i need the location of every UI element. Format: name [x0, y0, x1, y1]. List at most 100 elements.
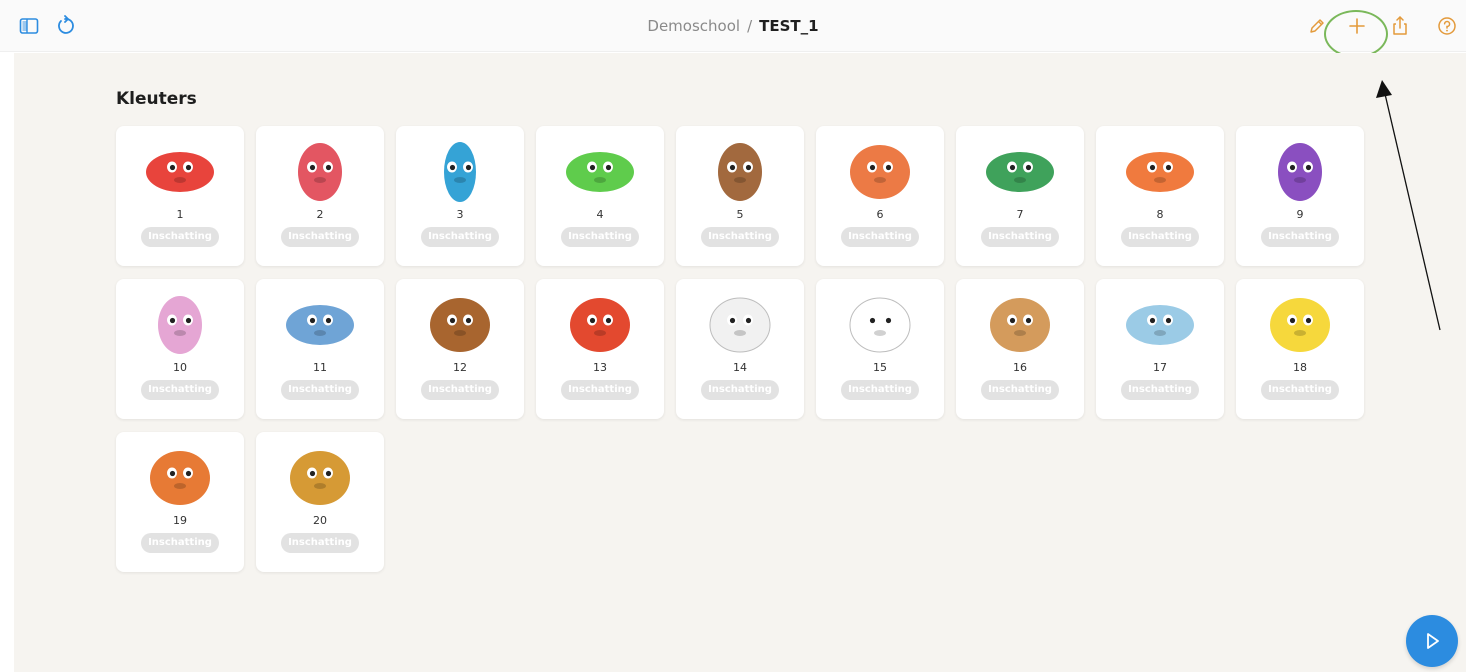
play-button[interactable] [1406, 615, 1458, 667]
add-button[interactable] [1345, 14, 1369, 38]
top-bar: Demoschool / TEST_1 [0, 0, 1466, 52]
status-button[interactable]: Inschatting [1121, 380, 1199, 400]
student-card[interactable]: 14 Inschatting [676, 279, 804, 419]
turtle-avatar-icon [986, 152, 1054, 192]
status-button[interactable]: Inschatting [841, 227, 919, 247]
crab-avatar-icon [146, 152, 214, 192]
student-card[interactable]: 2 Inschatting [256, 126, 384, 266]
sidebar-icon [19, 18, 39, 34]
status-button[interactable]: Inschatting [421, 227, 499, 247]
student-number: 1 [176, 208, 184, 221]
student-card[interactable]: 18 Inschatting [1236, 279, 1364, 419]
student-number: 4 [596, 208, 604, 221]
help-icon [1438, 17, 1456, 35]
student-grid: 1 Inschatting 2 Inschatting 3 Inschatting 4… [116, 126, 1364, 572]
status-button[interactable]: Inschatting [281, 533, 359, 553]
student-number: 8 [1156, 208, 1164, 221]
undo-icon [58, 15, 74, 34]
share-button[interactable] [1388, 14, 1412, 38]
bear-avatar-icon [430, 298, 490, 352]
dog-avatar-icon [990, 298, 1050, 352]
breadcrumb-separator: / [747, 17, 753, 35]
undo-button[interactable] [53, 14, 77, 38]
bird-avatar-icon [570, 298, 630, 352]
status-button[interactable]: Inschatting [421, 380, 499, 400]
main-content: Kleuters 1 Inschatting 2 Inschatting 3 Insc… [14, 53, 1466, 672]
jellyfish-avatar-icon [158, 296, 202, 354]
help-button[interactable] [1435, 14, 1459, 38]
student-card[interactable]: 9 Inschatting [1236, 126, 1364, 266]
share-icon [1393, 16, 1407, 35]
student-card[interactable]: 8 Inschatting [1096, 126, 1224, 266]
student-number: 2 [316, 208, 324, 221]
status-button[interactable]: Inschatting [141, 380, 219, 400]
dolphin-avatar-icon [286, 305, 354, 345]
status-button[interactable]: Inschatting [981, 380, 1059, 400]
student-card[interactable]: 16 Inschatting [956, 279, 1084, 419]
seahorse-avatar-icon [444, 142, 476, 202]
student-number: 7 [1016, 208, 1024, 221]
pencil-icon [1310, 19, 1324, 33]
student-card[interactable]: 1 Inschatting [116, 126, 244, 266]
student-card[interactable]: 3 Inschatting [396, 126, 524, 266]
student-number: 12 [453, 361, 467, 374]
student-card[interactable]: 10 Inschatting [116, 279, 244, 419]
status-button[interactable]: Inschatting [701, 380, 779, 400]
status-button[interactable]: Inschatting [561, 380, 639, 400]
student-number: 14 [733, 361, 747, 374]
breadcrumb-test: TEST_1 [759, 17, 819, 35]
horse-avatar-icon [718, 143, 762, 201]
frog-avatar-icon [566, 152, 634, 192]
status-button[interactable]: Inschatting [841, 380, 919, 400]
status-button[interactable]: Inschatting [701, 227, 779, 247]
student-number: 20 [313, 514, 327, 527]
chicken-avatar-icon [709, 297, 771, 353]
breadcrumb: Demoschool / TEST_1 [0, 0, 1466, 52]
student-number: 6 [876, 208, 884, 221]
status-button[interactable]: Inschatting [981, 227, 1059, 247]
status-button[interactable]: Inschatting [281, 227, 359, 247]
chick-avatar-icon [1270, 298, 1330, 352]
student-card[interactable]: 19 Inschatting [116, 432, 244, 572]
student-number: 9 [1296, 208, 1304, 221]
student-card[interactable]: 4 Inschatting [536, 126, 664, 266]
student-number: 10 [173, 361, 187, 374]
section-title: Kleuters [116, 89, 197, 109]
status-button[interactable]: Inschatting [561, 227, 639, 247]
student-number: 16 [1013, 361, 1027, 374]
status-button[interactable]: Inschatting [141, 227, 219, 247]
status-button[interactable]: Inschatting [1261, 227, 1339, 247]
whale-avatar-icon [1126, 305, 1194, 345]
student-card[interactable]: 5 Inschatting [676, 126, 804, 266]
squid-avatar-icon [298, 143, 342, 201]
student-number: 11 [313, 361, 327, 374]
status-button[interactable]: Inschatting [1121, 227, 1199, 247]
fox-avatar-icon [150, 451, 210, 505]
student-card[interactable]: 6 Inschatting [816, 126, 944, 266]
status-button[interactable]: Inschatting [141, 533, 219, 553]
octopus-avatar-icon [850, 145, 910, 199]
edit-button[interactable] [1305, 14, 1329, 38]
status-button[interactable]: Inschatting [281, 380, 359, 400]
student-card[interactable]: 15 Inschatting [816, 279, 944, 419]
clownfish-avatar-icon [1126, 152, 1194, 192]
student-card[interactable]: 11 Inschatting [256, 279, 384, 419]
student-number: 5 [736, 208, 744, 221]
student-number: 17 [1153, 361, 1167, 374]
student-card[interactable]: 12 Inschatting [396, 279, 524, 419]
play-icon [1427, 633, 1439, 649]
student-number: 15 [873, 361, 887, 374]
student-number: 3 [456, 208, 464, 221]
cow-avatar-icon [849, 297, 911, 353]
student-card[interactable]: 7 Inschatting [956, 126, 1084, 266]
student-number: 18 [1293, 361, 1307, 374]
student-number: 19 [173, 514, 187, 527]
breadcrumb-school[interactable]: Demoschool [647, 17, 740, 35]
student-card[interactable]: 17 Inschatting [1096, 279, 1224, 419]
student-card[interactable]: 20 Inschatting [256, 432, 384, 572]
sidebar-toggle-button[interactable] [17, 14, 41, 38]
student-number: 13 [593, 361, 607, 374]
status-button[interactable]: Inschatting [1261, 380, 1339, 400]
plus-icon [1349, 18, 1365, 34]
student-card[interactable]: 13 Inschatting [536, 279, 664, 419]
